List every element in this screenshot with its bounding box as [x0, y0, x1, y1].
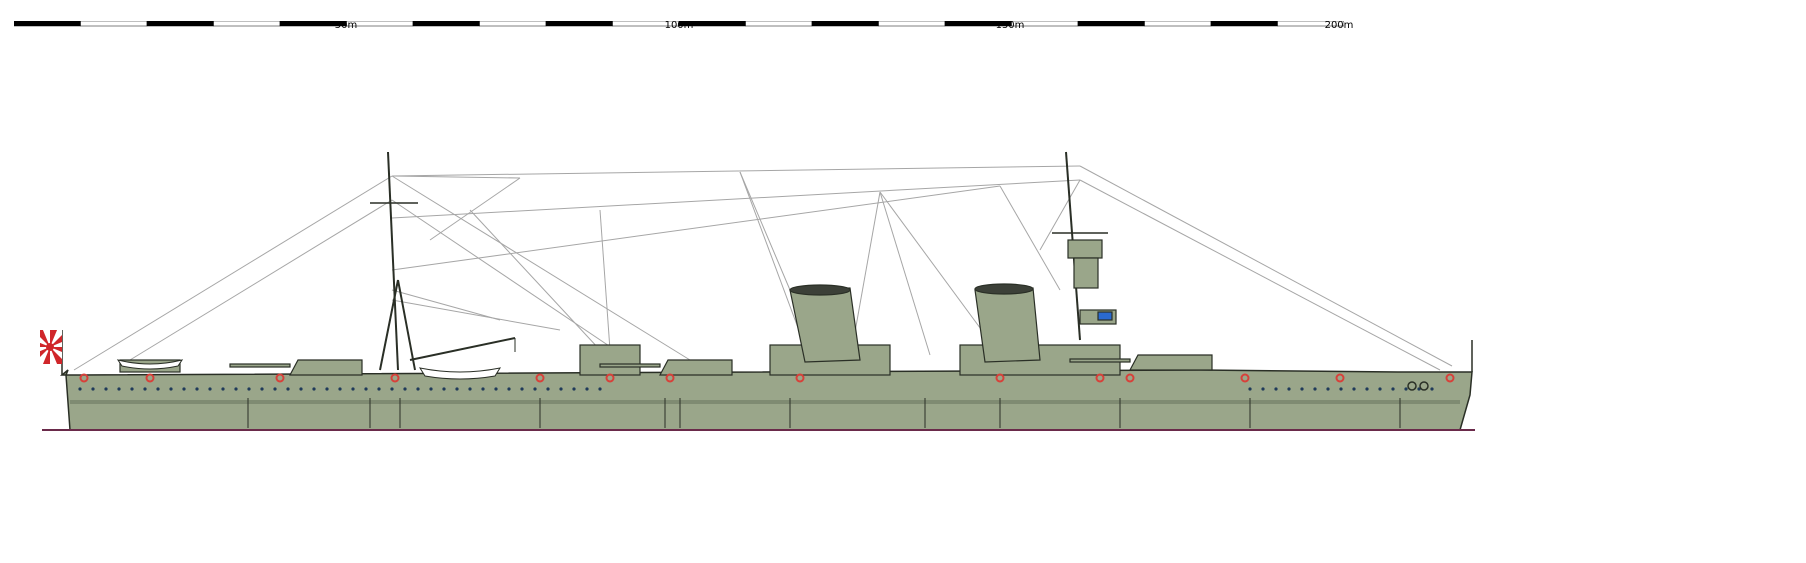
porthole: [403, 387, 407, 391]
porthole: [377, 387, 381, 391]
gun-turret-icon: [289, 359, 363, 376]
porthole: [195, 387, 199, 391]
bridge-top: [1067, 239, 1103, 259]
gun-barrel: [1069, 358, 1131, 363]
porthole: [351, 387, 355, 391]
porthole: [1339, 387, 1343, 391]
porthole: [494, 387, 498, 391]
porthole: [143, 387, 147, 391]
porthole: [585, 387, 589, 391]
porthole: [1365, 387, 1369, 391]
porthole: [325, 387, 329, 391]
porthole: [260, 387, 264, 391]
porthole: [416, 387, 420, 391]
porthole: [1274, 387, 1278, 391]
porthole: [533, 387, 537, 391]
porthole: [299, 387, 303, 391]
porthole: [208, 387, 212, 391]
gun-turret-icon: [1129, 354, 1213, 371]
porthole: [455, 387, 459, 391]
porthole: [247, 387, 251, 391]
porthole: [91, 387, 95, 391]
porthole: [390, 387, 394, 391]
porthole: [1430, 387, 1434, 391]
porthole: [169, 387, 173, 391]
porthole: [78, 387, 82, 391]
rigging-lines: [73, 165, 1453, 371]
crane: [409, 337, 516, 361]
porthole: [338, 387, 342, 391]
hull: [42, 369, 1475, 431]
porthole: [598, 387, 602, 391]
porthole: [182, 387, 186, 391]
porthole: [273, 387, 277, 391]
porthole: [156, 387, 160, 391]
superstructure: [119, 239, 1121, 376]
bridge-window: [1097, 311, 1113, 321]
porthole: [559, 387, 563, 391]
porthole: [364, 387, 368, 391]
porthole: [1404, 387, 1408, 391]
porthole: [572, 387, 576, 391]
porthole: [130, 387, 134, 391]
porthole: [104, 387, 108, 391]
porthole: [1378, 387, 1382, 391]
gun-barrel: [229, 363, 291, 368]
porthole: [1287, 387, 1291, 391]
porthole: [1352, 387, 1356, 391]
porthole: [1313, 387, 1317, 391]
porthole: [117, 387, 121, 391]
funnels: [789, 283, 1041, 363]
porthole: [1326, 387, 1330, 391]
bridge-tower: [1073, 257, 1099, 289]
porthole: [312, 387, 316, 391]
porthole: [1391, 387, 1395, 391]
porthole: [286, 387, 290, 391]
gun-turret-icon: [659, 359, 733, 376]
aft-superstructure: [579, 344, 641, 376]
gun-barrel: [599, 363, 661, 368]
porthole: [520, 387, 524, 391]
porthole: [1261, 387, 1265, 391]
porthole: [546, 387, 550, 391]
flag-sun: [46, 343, 54, 351]
porthole: [1248, 387, 1252, 391]
porthole: [429, 387, 433, 391]
main-mast: [387, 151, 399, 371]
ship-profile-drawing: [40, 151, 1475, 431]
aft-funnel-cap: [789, 284, 851, 296]
porthole: [221, 387, 225, 391]
porthole: [234, 387, 238, 391]
porthole: [507, 387, 511, 391]
porthole: [481, 387, 485, 391]
lifeboat-icon: [418, 367, 502, 380]
fore-funnel: [974, 287, 1041, 363]
fore-funnel-cap: [974, 283, 1034, 295]
porthole: [1300, 387, 1304, 391]
porthole: [468, 387, 472, 391]
porthole: [442, 387, 446, 391]
rising-sun-flag-icon: [40, 330, 63, 375]
